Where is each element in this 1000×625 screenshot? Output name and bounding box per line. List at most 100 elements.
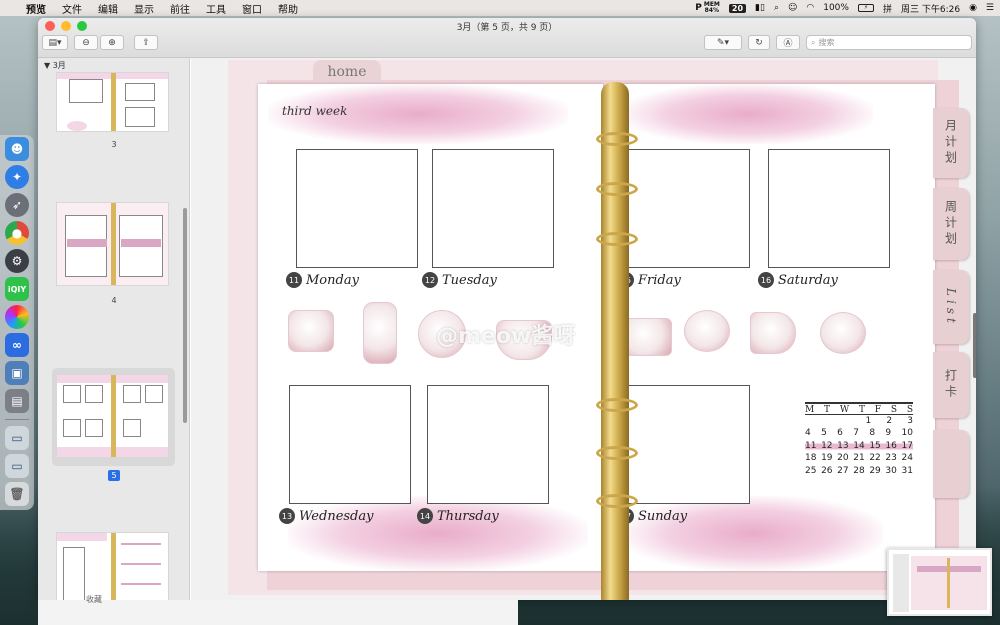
sidebar-group-header[interactable]: ▼ 3月 <box>44 60 66 71</box>
rotate-button[interactable]: ↻ <box>748 35 770 50</box>
page-label-5: 5 <box>108 470 120 481</box>
day-box-saturday <box>768 149 890 268</box>
share-icon: ⇪ <box>142 37 150 48</box>
tab-blank[interactable] <box>933 430 969 498</box>
page-label-4: 4 <box>111 296 117 305</box>
notification-center-icon[interactable]: ☰ <box>986 3 994 13</box>
planner-page: home third week 11Monday 12Tuesday 13 <box>228 60 969 600</box>
documents-folder-icon[interactable]: ▭ <box>5 454 29 478</box>
sidebar-toggle-button[interactable]: ▤▾ <box>42 35 68 50</box>
battery-icon[interactable]: ⚡ <box>857 4 874 12</box>
calendar-weekday: S <box>890 405 897 415</box>
dock: ☻ ✦ ➶ ● ⚙ iQIY ∞ ▣ ▤ ▭ ▭ 🗑 <box>0 135 34 510</box>
document-view: home third week 11Monday 12Tuesday 13 <box>191 58 976 600</box>
preview-icon[interactable]: ▣ <box>5 361 29 385</box>
menu-edit[interactable]: 编辑 <box>90 1 126 16</box>
user-icon[interactable]: ☺ <box>788 3 797 13</box>
pen-icon: ✎▾ <box>716 37 730 48</box>
calendar-week: 18 19 20 21 22 23 24 <box>805 453 913 463</box>
menu-go[interactable]: 前往 <box>162 1 198 16</box>
input-method-icon[interactable]: 拼 <box>883 2 892 15</box>
ring-loop <box>596 494 638 508</box>
baidu-netdisk-icon[interactable]: ∞ <box>5 333 29 357</box>
calendar-week: 123 <box>865 415 913 426</box>
day-box-sunday <box>628 385 750 504</box>
page-thumbnail-3[interactable] <box>56 72 169 132</box>
iqiyi-icon[interactable]: iQIY <box>5 277 29 301</box>
rotate-icon: ↻ <box>755 37 763 48</box>
trash-icon[interactable]: 🗑 <box>5 482 29 506</box>
tab-check-in[interactable]: 打卡 <box>933 352 969 418</box>
ring-loop <box>596 446 638 460</box>
safari-icon[interactable]: ✦ <box>5 165 29 189</box>
clock[interactable]: 周三 下午6:26 <box>901 2 960 15</box>
settings-icon[interactable]: ⚙ <box>5 249 29 273</box>
page-thumbnail-4[interactable] <box>56 202 169 286</box>
markup-pen-button[interactable]: ✎▾ <box>704 35 742 50</box>
day-label-saturday: 16 Saturday <box>758 272 838 288</box>
photos-icon[interactable] <box>5 305 29 329</box>
label-tag-sticker-icon <box>750 312 796 354</box>
search-field-icon: ⌕ <box>811 37 816 47</box>
window-manager-icon[interactable]: ▮▯ <box>755 3 765 13</box>
document-scrollbar[interactable] <box>973 313 976 378</box>
tab-monthly-plan[interactable]: 月计划 <box>933 108 969 178</box>
page-thumbnail-5[interactable] <box>56 374 169 458</box>
downloads-folder-icon[interactable]: ▭ <box>5 426 29 450</box>
menu-file[interactable]: 文件 <box>54 1 90 16</box>
search-icon[interactable]: ⌕ <box>774 3 779 13</box>
mini-calendar: MTWTFSS 123 4 5 6 7 8 9 10 11 12 13 14 15 16 17 18 19… <box>805 402 913 477</box>
menu-window[interactable]: 窗口 <box>234 1 270 16</box>
zoom-out-button[interactable]: ⊖ <box>74 35 98 50</box>
stocking-sticker-icon <box>363 302 397 364</box>
wifi-icon[interactable]: ◠ <box>806 3 814 13</box>
tab-list[interactable]: List <box>933 270 969 344</box>
day-name: Wednesday <box>299 508 374 524</box>
day-box-friday <box>628 149 750 268</box>
zoom-out-icon: ⊖ <box>82 37 90 48</box>
screenshot-preview-thumbnail[interactable] <box>887 548 992 616</box>
siri-icon[interactable]: ◉ <box>969 3 977 13</box>
day-name: Saturday <box>778 272 838 288</box>
day-box-tuesday <box>432 149 554 268</box>
ring-loop <box>596 132 638 146</box>
week-title: third week <box>282 104 348 118</box>
menu-help[interactable]: 帮助 <box>270 1 306 16</box>
image-capture-icon[interactable]: ▤ <box>5 389 29 413</box>
day-number: 16 <box>758 272 774 288</box>
memory-status[interactable]: P MEM 84% <box>695 2 720 14</box>
day-label-tuesday: 12 Tuesday <box>422 272 497 288</box>
battery-percent[interactable]: 100% <box>823 3 849 13</box>
gift-sticker-icon <box>288 310 334 352</box>
home-tab[interactable]: home <box>313 60 381 82</box>
day-number: 14 <box>417 508 433 524</box>
markup-toolbar-button[interactable]: Ⓐ <box>776 35 800 50</box>
search-field[interactable]: ⌕ 搜索 <box>806 35 972 50</box>
calendar-weekday: M <box>805 405 815 415</box>
launchpad-icon[interactable]: ➶ <box>5 193 29 217</box>
menu-app[interactable]: 预览 <box>18 1 54 16</box>
page-thumbnail-6[interactable] <box>56 532 169 600</box>
day-box-monday <box>296 149 418 268</box>
dock-separator <box>5 419 29 420</box>
calendar-week: 25 26 27 28 29 30 31 <box>805 465 913 476</box>
day-number: 13 <box>279 508 295 524</box>
chrome-icon[interactable]: ● <box>5 221 29 245</box>
tab-weekly-plan[interactable]: 周计划 <box>933 188 969 260</box>
page-label-3: 3 <box>111 140 117 149</box>
zoom-in-button[interactable]: ⊕ <box>100 35 124 50</box>
menu-bar: 预览 文件 编辑 显示 前往 工具 窗口 帮助 P MEM 84% 20 ▮▯ ⌕ … <box>0 0 1000 16</box>
day-name: Monday <box>306 272 359 288</box>
background-window-strip: 收藏 <box>38 595 518 625</box>
calendar-badge[interactable]: 20 <box>728 3 747 13</box>
finder-icon[interactable]: ☻ <box>5 137 29 161</box>
sidebar-scrollbar[interactable] <box>183 208 187 423</box>
share-button[interactable]: ⇪ <box>134 35 158 50</box>
menu-tools[interactable]: 工具 <box>198 1 234 16</box>
day-name: Sunday <box>638 508 688 524</box>
day-label-thursday: 14 Thursday <box>417 508 499 524</box>
day-name: Tuesday <box>442 272 497 288</box>
bow-sticker-icon <box>820 312 866 354</box>
calendar-header: MTWTFSS <box>805 402 913 415</box>
menu-view[interactable]: 显示 <box>126 1 162 16</box>
